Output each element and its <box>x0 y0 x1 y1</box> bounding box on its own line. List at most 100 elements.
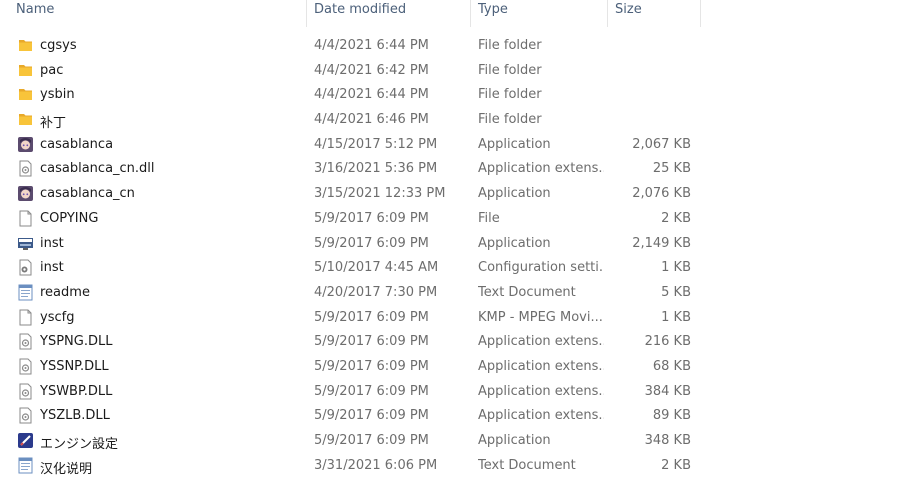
column-header-type[interactable]: Type <box>478 2 508 17</box>
file-name: YSZLB.DLL <box>40 408 110 424</box>
dll-icon <box>17 333 34 350</box>
file-size: 2 KB <box>661 210 691 226</box>
file-name: YSWBP.DLL <box>40 383 113 399</box>
file-type: File folder <box>478 38 542 53</box>
file-list: cgsys 4/4/2021 6:44 PM File folder pac 4/4/2… <box>0 33 900 477</box>
file-row[interactable]: 补丁 4/4/2021 6:46 PM File folder <box>0 107 900 132</box>
file-icon <box>17 309 34 326</box>
file-name: COPYING <box>40 210 99 226</box>
file-date-modified: 5/9/2017 6:09 PM <box>314 358 429 374</box>
folder-icon <box>17 111 34 128</box>
file-row[interactable]: 汉化说明 3/31/2021 6:06 PM Text Document 2 KB <box>0 453 900 478</box>
file-date-modified: 3/31/2021 6:06 PM <box>314 457 438 473</box>
file-row[interactable]: readme 4/20/2017 7:30 PM Text Document 5 KB <box>0 280 900 305</box>
dll-icon <box>17 383 34 400</box>
file-date-modified: 4/15/2017 5:12 PM <box>314 136 438 152</box>
file-type: Application <box>478 136 551 152</box>
file-name: inst <box>40 235 64 251</box>
file-name: 汉化说明 <box>40 461 93 477</box>
file-date-modified: 4/20/2017 7:30 PM <box>314 284 438 300</box>
file-size: 68 KB <box>652 358 691 374</box>
column-divider[interactable] <box>306 0 307 27</box>
file-type: File folder <box>478 87 542 103</box>
file-date-modified: 5/9/2017 6:09 PM <box>314 334 429 350</box>
file-type: Application extens... <box>478 161 604 177</box>
file-name: ysbin <box>40 87 75 103</box>
dll-icon <box>17 358 34 375</box>
file-name: readme <box>40 284 90 300</box>
file-type: Text Document <box>478 284 576 300</box>
file-date-modified: 3/15/2021 12:33 PM <box>314 186 446 202</box>
file-row[interactable]: casablanca_cn 3/15/2021 12:33 PM Applicati… <box>0 181 900 206</box>
app-character-icon <box>17 185 34 202</box>
file-name: cgsys <box>40 38 77 53</box>
file-size: 25 KB <box>652 161 691 177</box>
file-row[interactable]: yscfg 5/9/2017 6:09 PM KMP - MPEG Movi... 1… <box>0 305 900 330</box>
file-name: casablanca <box>40 136 114 152</box>
column-header-bar: Name Date modified Type Size <box>0 0 900 27</box>
text-document-icon <box>17 457 34 474</box>
column-divider[interactable] <box>470 0 471 27</box>
file-date-modified: 5/9/2017 6:09 PM <box>314 210 429 226</box>
file-name: casablanca_cn <box>40 186 135 202</box>
file-type: File folder <box>478 112 542 128</box>
file-row[interactable]: cgsys 4/4/2021 6:44 PM File folder <box>0 33 900 58</box>
file-row[interactable]: inst 5/10/2017 4:45 AM Configuration setti… <box>0 255 900 280</box>
file-date-modified: 5/9/2017 6:09 PM <box>314 309 429 325</box>
file-size: 89 KB <box>652 408 691 424</box>
file-date-modified: 4/4/2021 6:44 PM <box>314 38 429 53</box>
column-header-name[interactable]: Name <box>16 2 54 17</box>
file-size: 1 KB <box>661 260 691 276</box>
file-date-modified: 4/4/2021 6:42 PM <box>314 62 429 78</box>
file-type: Application extens... <box>478 358 604 374</box>
file-date-modified: 5/9/2017 6:09 PM <box>314 408 429 424</box>
file-row[interactable]: YSPNG.DLL 5/9/2017 6:09 PM Application ext… <box>0 329 900 354</box>
column-divider[interactable] <box>700 0 701 27</box>
file-row[interactable]: ysbin 4/4/2021 6:44 PM File folder <box>0 82 900 107</box>
file-date-modified: 5/9/2017 6:09 PM <box>314 383 429 399</box>
file-row[interactable]: COPYING 5/9/2017 6:09 PM File 2 KB <box>0 206 900 231</box>
file-row[interactable]: inst 5/9/2017 6:09 PM Application 2,149 KB <box>0 231 900 256</box>
folder-icon <box>17 86 34 103</box>
file-row[interactable]: YSWBP.DLL 5/9/2017 6:09 PM Application ext… <box>0 379 900 404</box>
file-date-modified: 5/10/2017 4:45 AM <box>314 260 439 276</box>
file-size: 2,076 KB <box>632 186 691 202</box>
file-row[interactable]: casablanca_cn.dll 3/16/2021 5:36 PM Applic… <box>0 156 900 181</box>
file-row[interactable]: pac 4/4/2021 6:42 PM File folder <box>0 58 900 83</box>
file-size: 216 KB <box>644 334 691 350</box>
file-size: 384 KB <box>644 383 691 399</box>
file-type: Application extens... <box>478 408 604 424</box>
text-document-icon <box>17 284 34 301</box>
installer-icon <box>17 235 34 252</box>
file-date-modified: 4/4/2021 6:44 PM <box>314 87 429 103</box>
file-type: Application extens... <box>478 334 604 350</box>
column-header-size[interactable]: Size <box>615 2 642 17</box>
file-name: inst <box>40 260 64 276</box>
file-name: casablanca_cn.dll <box>40 161 155 177</box>
file-date-modified: 5/9/2017 6:09 PM <box>314 235 429 251</box>
file-row[interactable]: casablanca 4/15/2017 5:12 PM Application 2,… <box>0 132 900 157</box>
folder-icon <box>17 37 34 54</box>
file-size: 348 KB <box>644 433 691 448</box>
file-row[interactable]: YSSNP.DLL 5/9/2017 6:09 PM Application ext… <box>0 354 900 379</box>
file-type: Application <box>478 186 551 202</box>
file-type: KMP - MPEG Movi... <box>478 309 603 325</box>
file-size: 2,149 KB <box>632 235 691 251</box>
file-type: Application extens... <box>478 383 604 399</box>
file-type: Application <box>478 433 551 448</box>
file-row[interactable]: エンジン設定 5/9/2017 6:09 PM Application 348 KB <box>0 428 900 453</box>
folder-icon <box>17 62 34 79</box>
column-divider[interactable] <box>607 0 608 27</box>
file-size: 1 KB <box>661 309 691 325</box>
file-name: エンジン設定 <box>40 437 119 452</box>
file-type: Application <box>478 235 551 251</box>
file-name: yscfg <box>40 309 75 325</box>
file-row[interactable]: YSZLB.DLL 5/9/2017 6:09 PM Application ext… <box>0 403 900 428</box>
file-size: 2 KB <box>661 457 691 473</box>
file-size: 5 KB <box>661 284 691 300</box>
file-date-modified: 5/9/2017 6:09 PM <box>314 433 429 448</box>
file-date-modified: 3/16/2021 5:36 PM <box>314 161 438 177</box>
file-size: 2,067 KB <box>632 136 691 152</box>
file-name: YSPNG.DLL <box>40 334 113 350</box>
column-header-date-modified[interactable]: Date modified <box>314 2 406 17</box>
